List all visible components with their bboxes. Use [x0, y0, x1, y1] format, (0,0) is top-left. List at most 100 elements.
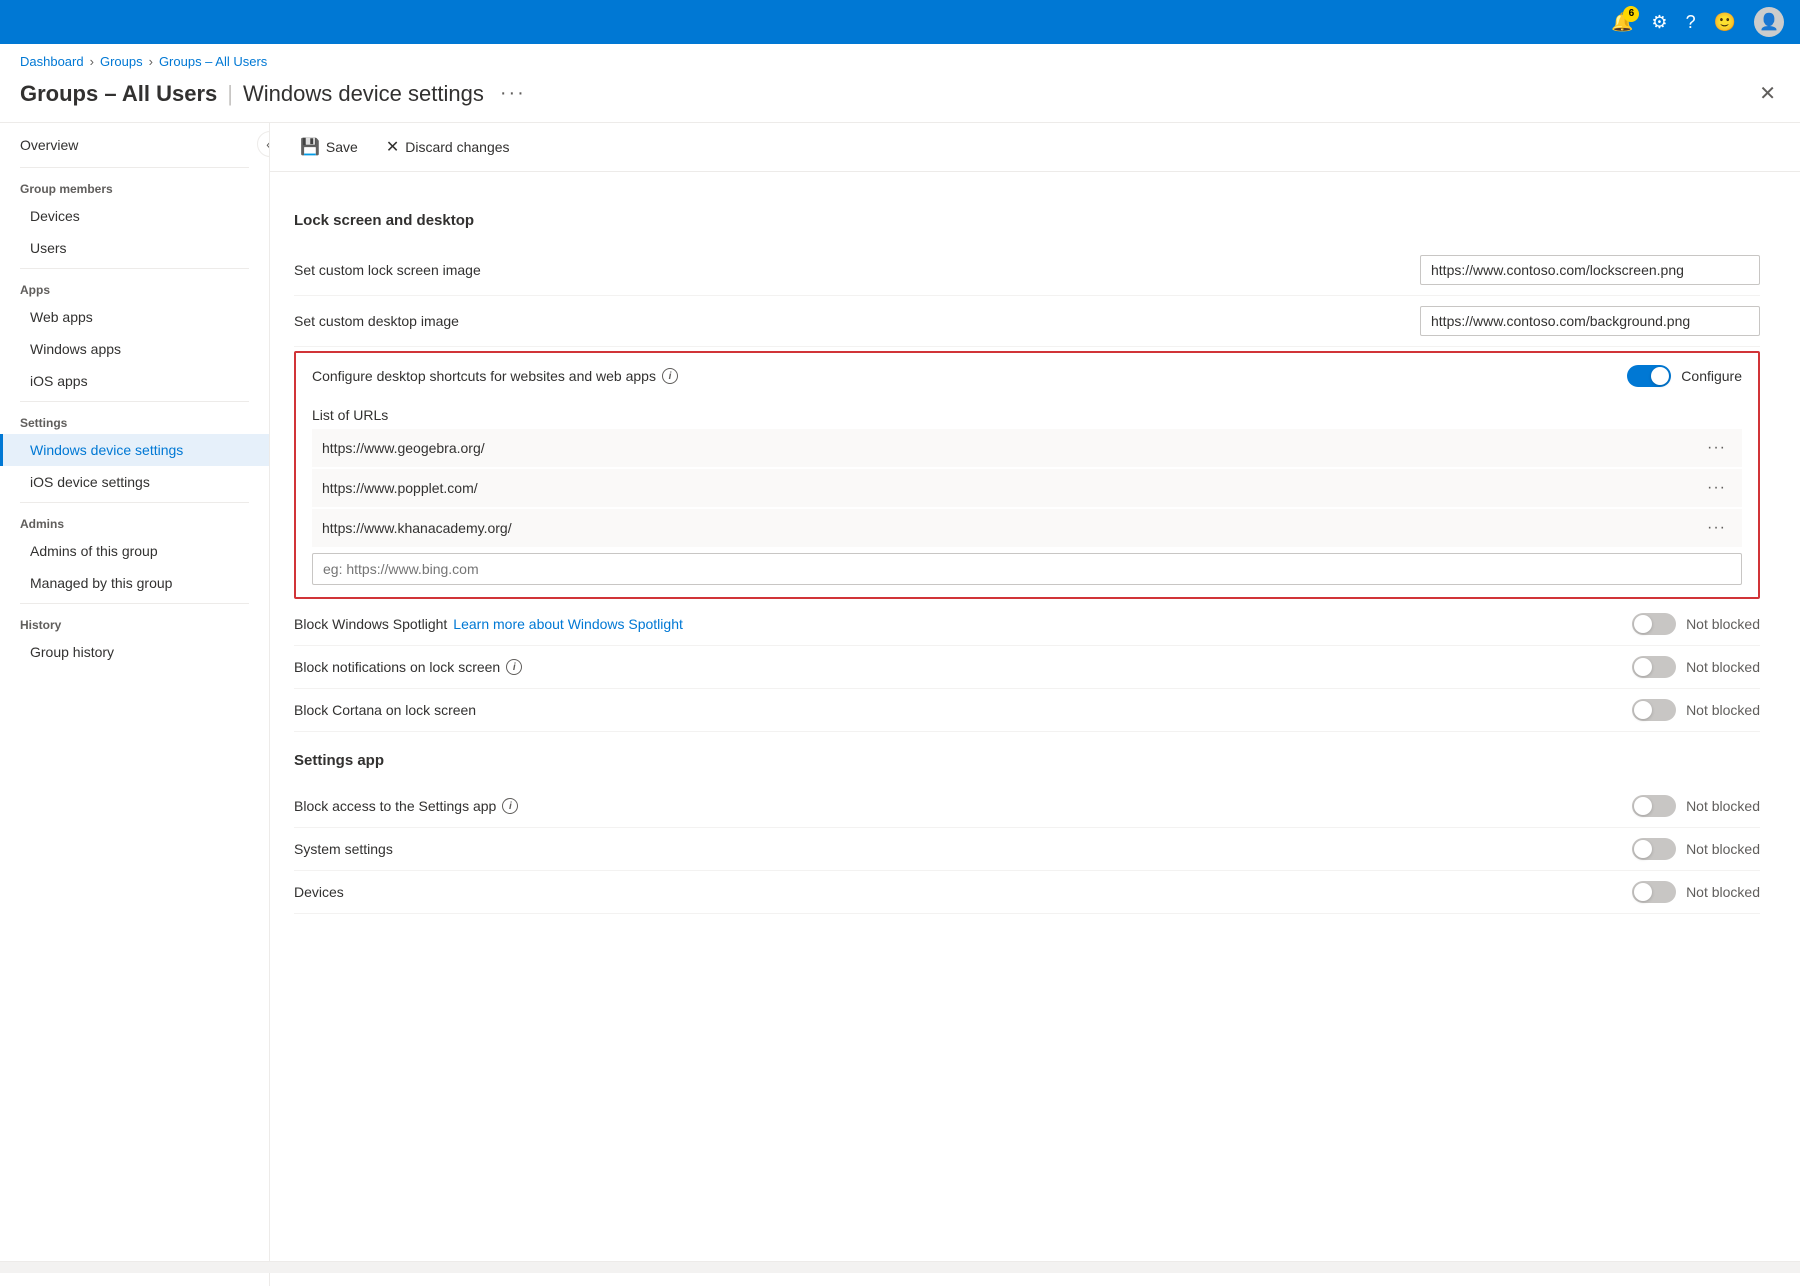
spotlight-learn-more-link[interactable]: Learn more about Windows Spotlight [453, 616, 683, 632]
lock-screen-image-input[interactable] [1420, 255, 1760, 285]
breadcrumb-dashboard[interactable]: Dashboard [20, 54, 84, 69]
sidebar-item-ios-apps[interactable]: iOS apps [0, 365, 269, 397]
system-settings-row: System settings Not blocked [294, 828, 1760, 871]
settings-content: Lock screen and desktop Set custom lock … [270, 172, 1800, 954]
main-layout: « Overview Group members Devices Users A… [0, 123, 1800, 1286]
desktop-image-row: Set custom desktop image [294, 296, 1760, 347]
desktop-shortcuts-section: Configure desktop shortcuts for websites… [294, 351, 1760, 599]
desktop-shortcuts-toggle-container: Configure [1627, 365, 1742, 387]
block-spotlight-row: Block Windows Spotlight Learn more about… [294, 603, 1760, 646]
lock-screen-section-title: Lock screen and desktop [294, 212, 1760, 229]
discard-button[interactable]: ✕ Discard changes [380, 133, 516, 161]
sidebar-item-admins-of-group[interactable]: Admins of this group [0, 535, 269, 567]
discard-icon: ✕ [386, 137, 399, 157]
bottom-scrollbar[interactable] [0, 1261, 1800, 1273]
page-subtitle: Windows device settings [243, 81, 484, 107]
divider-apps [20, 268, 249, 269]
desktop-shortcuts-toggle-label: Configure [1681, 368, 1742, 384]
url-ellipsis-0[interactable]: ··· [1701, 437, 1732, 459]
devices-toggle-container: Not blocked [1632, 881, 1760, 903]
url-text-1: https://www.popplet.com/ [322, 480, 478, 496]
system-settings-label: System settings [294, 841, 393, 857]
url-list-label: List of URLs [312, 407, 1742, 423]
breadcrumb-groups[interactable]: Groups [100, 54, 143, 69]
save-button[interactable]: 💾 Save [294, 133, 364, 161]
devices-label: Devices [294, 884, 344, 900]
page-title: Groups – All Users [20, 81, 217, 107]
divider-group-members [20, 167, 249, 168]
content-area: 💾 Save ✕ Discard changes Lock screen and… [270, 123, 1800, 1286]
system-settings-toggle[interactable] [1632, 838, 1676, 860]
block-cortana-row: Block Cortana on lock screen Not blocked [294, 689, 1760, 732]
desktop-image-label: Set custom desktop image [294, 313, 459, 329]
block-notifications-info-icon[interactable]: i [506, 659, 522, 675]
save-icon: 💾 [300, 137, 320, 157]
lock-screen-image-label: Set custom lock screen image [294, 262, 481, 278]
header-ellipsis-button[interactable]: ··· [494, 80, 532, 107]
url-item-1: https://www.popplet.com/ ··· [312, 469, 1742, 507]
desktop-shortcuts-toggle[interactable] [1627, 365, 1671, 387]
devices-row: Devices Not blocked [294, 871, 1760, 914]
block-settings-app-toggle-container: Not blocked [1632, 795, 1760, 817]
sidebar-item-windows-apps[interactable]: Windows apps [0, 333, 269, 365]
divider-settings [20, 401, 249, 402]
top-bar: 🔔 6 ⚙ ? 🙂 👤 [0, 0, 1800, 44]
block-settings-app-label: Block access to the Settings app i [294, 798, 518, 814]
block-cortana-value: Not blocked [1686, 702, 1760, 718]
breadcrumb: Dashboard › Groups › Groups – All Users [0, 44, 1800, 73]
block-notifications-row: Block notifications on lock screen i Not… [294, 646, 1760, 689]
save-label: Save [326, 139, 358, 155]
url-ellipsis-2[interactable]: ··· [1701, 517, 1732, 539]
settings-app-section-title: Settings app [294, 752, 1760, 769]
sidebar-section-apps: Apps [0, 273, 269, 301]
breadcrumb-current[interactable]: Groups – All Users [159, 54, 267, 69]
block-cortana-toggle-container: Not blocked [1632, 699, 1760, 721]
devices-toggle[interactable] [1632, 881, 1676, 903]
sidebar-item-overview[interactable]: Overview [0, 123, 269, 163]
sidebar-item-web-apps[interactable]: Web apps [0, 301, 269, 333]
block-notifications-toggle[interactable] [1632, 656, 1676, 678]
desktop-shortcuts-info-icon[interactable]: i [662, 368, 678, 384]
desktop-shortcuts-label: Configure desktop shortcuts for websites… [312, 368, 678, 384]
sidebar-item-ios-device-settings[interactable]: iOS device settings [0, 466, 269, 498]
settings-icon[interactable]: ⚙ [1651, 12, 1667, 33]
feedback-icon[interactable]: 🙂 [1714, 12, 1736, 33]
devices-value: Not blocked [1686, 884, 1760, 900]
block-cortana-toggle[interactable] [1632, 699, 1676, 721]
lock-screen-image-right [1420, 255, 1760, 285]
sidebar-section-settings: Settings [0, 406, 269, 434]
notification-icon[interactable]: 🔔 6 [1611, 12, 1633, 33]
block-settings-info-icon[interactable]: i [502, 798, 518, 814]
avatar[interactable]: 👤 [1754, 7, 1784, 37]
block-spotlight-value: Not blocked [1686, 616, 1760, 632]
title-separator: | [227, 81, 233, 107]
block-settings-app-toggle[interactable] [1632, 795, 1676, 817]
sidebar-item-group-history[interactable]: Group history [0, 636, 269, 668]
discard-label: Discard changes [405, 139, 509, 155]
notification-badge: 6 [1623, 6, 1639, 22]
close-button[interactable]: ✕ [1755, 77, 1780, 110]
help-icon[interactable]: ? [1686, 12, 1696, 33]
breadcrumb-sep2: › [149, 54, 153, 69]
block-notifications-label: Block notifications on lock screen i [294, 659, 522, 675]
sidebar-item-managed-by-group[interactable]: Managed by this group [0, 567, 269, 599]
url-item-2: https://www.khanacademy.org/ ··· [312, 509, 1742, 547]
sidebar-section-group-members: Group members [0, 172, 269, 200]
url-ellipsis-1[interactable]: ··· [1701, 477, 1732, 499]
block-spotlight-toggle[interactable] [1632, 613, 1676, 635]
sidebar: « Overview Group members Devices Users A… [0, 123, 270, 1286]
block-settings-app-row: Block access to the Settings app i Not b… [294, 785, 1760, 828]
url-add-input[interactable] [312, 553, 1742, 585]
block-cortana-label: Block Cortana on lock screen [294, 702, 476, 718]
sidebar-item-devices[interactable]: Devices [0, 200, 269, 232]
block-notifications-toggle-container: Not blocked [1632, 656, 1760, 678]
url-text-0: https://www.geogebra.org/ [322, 440, 485, 456]
divider-history [20, 603, 249, 604]
page-header-left: Groups – All Users | Windows device sett… [20, 80, 532, 107]
toolbar: 💾 Save ✕ Discard changes [270, 123, 1800, 172]
desktop-image-input[interactable] [1420, 306, 1760, 336]
sidebar-item-windows-device-settings[interactable]: Windows device settings [0, 434, 269, 466]
block-notifications-value: Not blocked [1686, 659, 1760, 675]
breadcrumb-sep1: › [90, 54, 94, 69]
sidebar-item-users[interactable]: Users [0, 232, 269, 264]
